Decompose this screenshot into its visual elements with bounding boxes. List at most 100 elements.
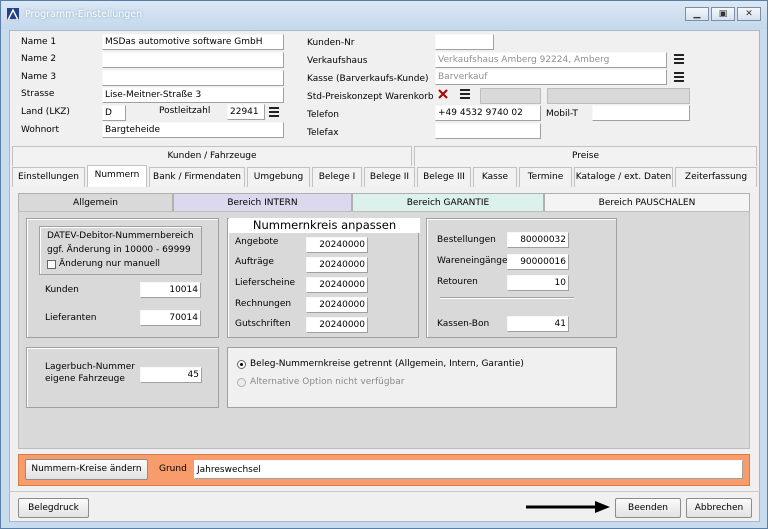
wohnort-field[interactable]: Bargteheide	[102, 122, 284, 138]
label-gutschriften: Gutschriften	[235, 319, 291, 329]
auftraege-field[interactable]: 20240000	[306, 257, 368, 273]
verkaufshaus-menu-icon[interactable]	[674, 54, 684, 64]
window-title: Programm-Einstellungen	[25, 9, 143, 20]
angebote-field[interactable]: 20240000	[306, 237, 368, 253]
retouren-field[interactable]: 10	[507, 275, 569, 291]
preiskonzept-extra-field	[547, 88, 690, 104]
arrow-icon	[526, 501, 610, 513]
tabgroup-preise[interactable]: Preise	[414, 146, 757, 166]
name3-field[interactable]	[102, 70, 284, 86]
label-bestellungen: Bestellungen	[437, 235, 496, 245]
kasse-field[interactable]: Barverkauf	[435, 69, 667, 85]
label-preiskonzept: Std-Preiskonzept Warenkorb	[307, 92, 434, 102]
bottom-divider	[9, 491, 760, 492]
plz-field[interactable]: 22941	[227, 104, 265, 120]
label-telefax: Telefax	[307, 128, 339, 138]
separator-line	[440, 297, 574, 299]
lagerbuch-field[interactable]: 45	[140, 367, 202, 383]
lieferanten-field[interactable]: 70014	[140, 310, 201, 326]
clear-icon[interactable]	[438, 89, 448, 99]
tab-nummern[interactable]: Nummern	[87, 165, 147, 187]
label-angebote: Angebote	[235, 237, 279, 247]
gutschriften-field[interactable]: 20240000	[306, 317, 368, 333]
kassen-bon-field[interactable]: 41	[507, 316, 569, 332]
preiskonzept-field[interactable]	[480, 88, 541, 104]
tab-belege-1[interactable]: Belege I	[312, 167, 362, 187]
option-getrennt-label: Beleg-Nummernkreise getrennt (Allgemein,…	[250, 359, 524, 369]
label-lieferanten: Lieferanten	[45, 313, 97, 323]
nummernkreis-title: Nummernkreis anpassen	[229, 218, 420, 233]
close-button[interactable]: ✕	[737, 7, 761, 21]
label-kunden-nr: Kunden-Nr	[307, 38, 355, 48]
tab-termine[interactable]: Termine	[519, 167, 572, 187]
option-alternative-radio	[237, 378, 246, 387]
tab-bank[interactable]: Bank / Firmendaten	[149, 167, 245, 187]
label-wohnort: Wohnort	[21, 125, 60, 135]
lieferscheine-field[interactable]: 20240000	[306, 277, 368, 293]
label-wareneingaenge: Wareneingänge	[437, 256, 508, 266]
lagerbuch-line1: Lagerbuch-Nummer	[45, 362, 136, 372]
grund-label: Grund	[159, 464, 187, 474]
verkaufshaus-field[interactable]: Verkaufshaus Amberg 92224, Amberg	[435, 52, 667, 68]
label-lieferscheine: Lieferscheine	[235, 278, 296, 288]
kasse-menu-icon[interactable]	[674, 72, 684, 82]
land-field[interactable]: D	[102, 105, 126, 121]
label-name3: Name 3	[21, 72, 57, 82]
label-name2: Name 2	[21, 54, 57, 64]
label-verkaufshaus: Verkaufshaus	[307, 56, 368, 66]
tab-kasse[interactable]: Kasse	[473, 167, 517, 187]
maximize-button[interactable]: ▣	[711, 7, 735, 21]
label-rechnungen: Rechnungen	[235, 299, 292, 309]
tab-umgebung[interactable]: Umgebung	[247, 167, 310, 187]
bestellungen-field[interactable]: 80000032	[507, 232, 569, 248]
tab-zeiterfassung[interactable]: Zeiterfassung	[675, 167, 757, 187]
mobil-field[interactable]	[592, 105, 690, 121]
label-kunden: Kunden	[45, 285, 79, 295]
datev-line1: DATEV-Debitor-Nummernbereich	[47, 231, 194, 241]
wareneingaenge-field[interactable]: 90000016	[507, 254, 569, 270]
manual-change-checkbox[interactable]	[47, 260, 56, 269]
grund-field[interactable]: Jahreswechsel	[194, 460, 743, 479]
abbrechen-button[interactable]: Abbrechen	[686, 498, 752, 518]
label-plz: Postleitzahl	[159, 106, 211, 116]
tabgroup-kunden[interactable]: Kunden / Fahrzeuge	[12, 146, 412, 166]
tab-belege-3[interactable]: Belege III	[417, 167, 471, 187]
change-number-ranges-button[interactable]: Nummern-Kreise ändern	[25, 459, 148, 480]
subtab-allgemein[interactable]: Allgemein	[18, 193, 173, 213]
label-strasse: Strasse	[21, 89, 55, 99]
datev-line2: ggf. Änderung in 10000 - 69999	[47, 245, 191, 255]
manual-change-label: Änderung nur manuell	[59, 259, 160, 269]
label-auftraege: Aufträge	[235, 257, 274, 267]
label-kasse: Kasse (Barverkaufs-Kunde)	[307, 74, 429, 84]
strasse-field[interactable]: Lise-Meitner-Straße 3	[102, 87, 284, 103]
tab-belege-2[interactable]: Belege II	[364, 167, 415, 187]
option-getrennt-radio[interactable]	[237, 360, 246, 369]
subtab-pauschalen[interactable]: Bereich PAUSCHALEN	[544, 193, 750, 212]
label-telefon: Telefon	[307, 110, 339, 120]
tab-einstellungen[interactable]: Einstellungen	[12, 167, 85, 187]
subtab-intern[interactable]: Bereich INTERN	[173, 193, 352, 212]
lagerbuch-line2: eigene Fahrzeuge	[45, 374, 125, 384]
label-land: Land (LKZ)	[21, 107, 70, 117]
name2-field[interactable]	[102, 52, 284, 68]
belegdruck-button[interactable]: Belegdruck	[18, 498, 89, 518]
preiskonzept-menu-icon[interactable]	[460, 89, 470, 99]
option-alternative-label: Alternative Option nicht verfügbar	[250, 377, 405, 387]
label-kassen-bon: Kassen-Bon	[437, 319, 490, 329]
plz-menu-icon[interactable]	[269, 107, 279, 117]
app-icon	[7, 8, 19, 21]
beenden-button[interactable]: Beenden	[615, 498, 681, 518]
title-bar: Programm-Einstellungen ▁ ▣ ✕	[1, 1, 767, 29]
label-name1: Name 1	[21, 37, 57, 47]
name1-field[interactable]: MSDas automotive software GmbH	[102, 34, 284, 50]
kunden-field[interactable]: 10014	[140, 282, 201, 298]
rechnungen-field[interactable]: 20240000	[306, 297, 368, 313]
minimize-button[interactable]: ▁	[685, 7, 709, 21]
tab-kataloge[interactable]: Kataloge / ext. Daten	[574, 167, 673, 187]
label-mobil: Mobil-T	[546, 109, 578, 119]
telefax-field[interactable]	[435, 123, 541, 139]
kunden-nr-field[interactable]	[435, 34, 494, 50]
subtab-garantie[interactable]: Bereich GARANTIE	[352, 193, 544, 212]
label-retouren: Retouren	[437, 277, 478, 287]
telefon-field[interactable]: +49 4532 9740 02	[435, 105, 541, 121]
